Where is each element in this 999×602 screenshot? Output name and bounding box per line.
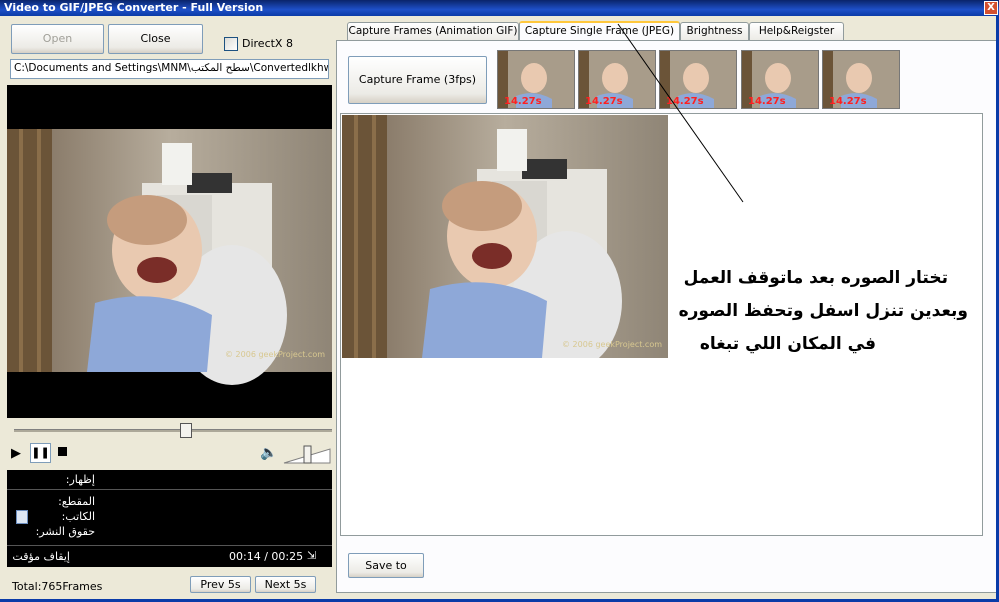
output-path-field[interactable]: C:\Documents and Settings\MNM\سطح المكتب… bbox=[10, 59, 329, 79]
directx-label: DirectX 8 bbox=[242, 37, 293, 50]
directx-checkbox[interactable] bbox=[224, 37, 238, 51]
volume-icon[interactable]: 🔈 bbox=[260, 445, 277, 461]
fullscreen-icon[interactable]: ⇲ bbox=[307, 549, 316, 562]
window-title: Video to GIF/JPEG Converter - Full Versi… bbox=[0, 0, 999, 16]
playback-status: إيقاف مؤقت bbox=[12, 550, 70, 563]
clip-info-panel: إظهار: المقطع: الكاتب: حقوق النشر: إيقاف… bbox=[7, 470, 332, 567]
seek-thumb[interactable] bbox=[180, 423, 192, 438]
info-copyright-label: حقوق النشر: bbox=[35, 525, 95, 538]
total-frames: Total:765Frames bbox=[12, 580, 103, 593]
tab-help-register[interactable]: Help&Reigster bbox=[749, 22, 844, 40]
seek-track[interactable] bbox=[14, 429, 332, 432]
next-5s-button[interactable]: Next 5s bbox=[255, 576, 316, 593]
annotation-line-3: في المكان اللي تبغاه bbox=[699, 334, 876, 354]
time-display: 00:14 / 00:25 bbox=[229, 550, 304, 563]
annotation-arrow-line bbox=[617, 23, 744, 203]
tab-capture-frames-gif[interactable]: Capture Frames (Animation GIF) bbox=[347, 22, 519, 40]
play-icon[interactable]: ▶ bbox=[11, 446, 27, 462]
open-button[interactable]: Open bbox=[11, 24, 104, 54]
save-to-button[interactable]: Save to bbox=[348, 553, 424, 578]
annotation-line-2: وبعدين تنزل اسفل وتحفظ الصوره bbox=[678, 301, 968, 321]
pause-icon[interactable]: ❚❚ bbox=[30, 443, 51, 463]
stop-icon[interactable] bbox=[58, 447, 67, 456]
volume-slider[interactable] bbox=[282, 443, 332, 465]
frame-thumbnail[interactable]: 14.27s bbox=[822, 50, 900, 109]
window-close-button[interactable]: X bbox=[984, 1, 998, 15]
info-show-label: إظهار: bbox=[65, 473, 95, 486]
frame-thumbnail[interactable]: 14.27s bbox=[497, 50, 575, 109]
svg-text:© 2006 geekProject.com: © 2006 geekProject.com bbox=[562, 340, 662, 349]
info-clip-label: المقطع: bbox=[58, 495, 95, 508]
video-display: © 2006 geekProject.com bbox=[7, 85, 332, 418]
clip-file-icon bbox=[16, 510, 28, 524]
annotation-line-1: تختار الصوره بعد ماتوقف العمل bbox=[683, 268, 948, 288]
svg-text:© 2006 geekProject.com: © 2006 geekProject.com bbox=[225, 350, 325, 359]
prev-5s-button[interactable]: Prev 5s bbox=[190, 576, 251, 593]
capture-frame-button[interactable]: Capture Frame (3fps) bbox=[348, 56, 487, 104]
close-button[interactable]: Close bbox=[108, 24, 203, 54]
baby-video-image: © 2006 geekProject.com bbox=[7, 129, 332, 385]
